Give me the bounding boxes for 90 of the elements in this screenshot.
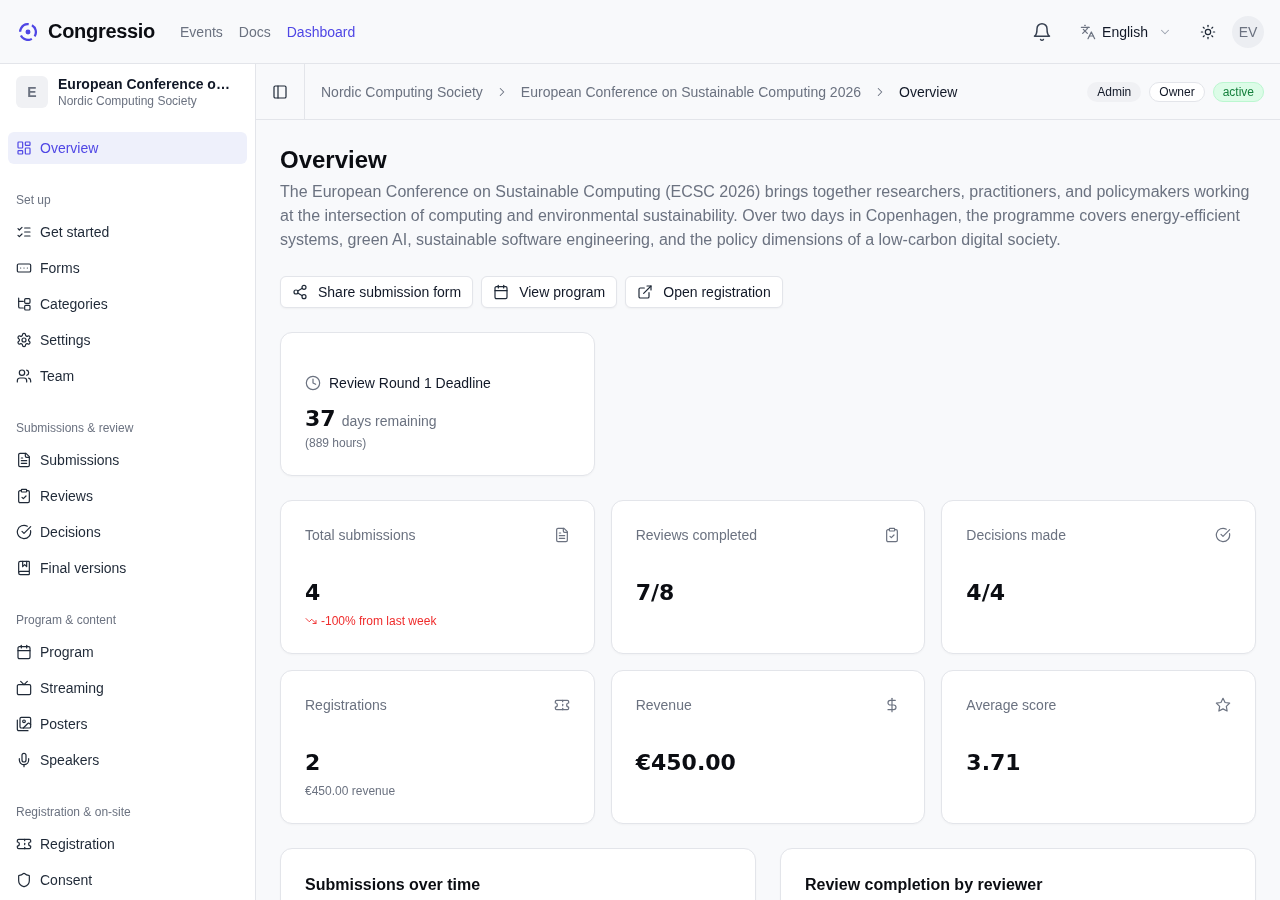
sidebar-item[interactable]: Program xyxy=(8,636,247,668)
stat-value: 4 xyxy=(305,579,322,607)
sidebar-item[interactable]: Reviews xyxy=(8,480,247,512)
document-icon xyxy=(16,452,32,468)
brand-name: Congressio xyxy=(48,20,156,43)
sidebar-item[interactable]: Forms xyxy=(8,252,247,284)
page-title: Overview xyxy=(280,145,388,175)
role-badge: Admin xyxy=(1087,81,1142,102)
event-title[interactable]: European Conference o… xyxy=(58,75,230,93)
stat-label: Registrations xyxy=(305,697,387,713)
sidebar-item[interactable]: Streaming xyxy=(8,672,247,704)
breadcrumb-link[interactable]: European Conference on Sustainable Computing 2026 xyxy=(520,83,861,100)
language-selector[interactable]: English xyxy=(1072,17,1180,46)
ticket-icon xyxy=(553,697,570,713)
user-avatar[interactable]: EV xyxy=(1232,15,1264,48)
sidebar-item[interactable]: Submissions xyxy=(8,444,247,476)
tree-structure-icon xyxy=(16,296,32,312)
role-badge: Owner xyxy=(1149,81,1205,102)
calendar-icon xyxy=(493,284,510,300)
shield-icon xyxy=(16,872,32,888)
bell-icon xyxy=(1032,21,1053,42)
status-badge: active xyxy=(1212,81,1264,102)
section-heading: Set up xyxy=(15,192,52,209)
deadline-days: 37 xyxy=(305,403,336,435)
share-icon xyxy=(292,284,308,300)
logo-icon xyxy=(19,22,37,41)
sidebar-item[interactable]: Consent xyxy=(8,864,247,896)
stat-value: 4/4 xyxy=(966,579,1006,607)
tv-icon xyxy=(16,680,32,696)
stat-value: 7/8 xyxy=(635,579,676,607)
microphone-icon xyxy=(16,752,32,768)
bookmark-book-icon xyxy=(16,560,32,576)
stat-value: 2 xyxy=(305,749,322,777)
stat-value: 3.71 xyxy=(966,749,1022,777)
action-button[interactable]: Open registration xyxy=(625,276,783,308)
sidebar-item[interactable]: Decisions xyxy=(8,516,247,548)
stat-value: €450.00 xyxy=(635,749,737,777)
check-circle-icon xyxy=(1215,527,1231,543)
section-card-title: Submissions over time xyxy=(305,875,482,895)
star-icon xyxy=(1215,697,1231,713)
section-heading: Program & content xyxy=(15,612,118,629)
sidebar-item[interactable]: Team xyxy=(8,360,247,392)
images-icon xyxy=(16,716,32,732)
stat-label: Decisions made xyxy=(966,527,1066,543)
sidebar-item[interactable]: Settings xyxy=(8,324,247,356)
checklist-icon xyxy=(16,224,32,240)
sidebar-item[interactable]: Final versions xyxy=(8,552,247,584)
section-card-title: Review completion by reviewer xyxy=(805,875,1044,895)
breadcrumb-link[interactable]: Nordic Computing Society xyxy=(321,83,483,100)
page-description: The European Conference on Sustainable Computing (ECSC 2026) brings together researchers, practitioners, and policymakers working at the intersection of computing and environmental sustainability. Over two days in Copenhagen, the programme covers energy-efficient systems, green AI, sustainable software engineering, and the policy dimensions of a low-carbon digital society. xyxy=(280,182,1251,250)
stat-note: -100% from last week xyxy=(321,613,437,629)
breadcrumb-link[interactable]: Overview xyxy=(899,83,958,100)
stat-label: Total submissions xyxy=(305,527,416,543)
deadline-unit: days remaining xyxy=(341,413,437,429)
nav-link[interactable]: Events xyxy=(180,23,223,40)
ticket-icon xyxy=(16,836,32,852)
document-icon xyxy=(553,527,570,543)
stat-label: Reviews completed xyxy=(635,527,758,543)
clipboard-check-icon xyxy=(884,527,901,543)
event-organization: Nordic Computing Society xyxy=(58,93,198,109)
calendar-icon xyxy=(16,644,32,660)
action-button[interactable]: Share submission form xyxy=(280,276,474,308)
section-heading: Submissions & review xyxy=(15,420,135,437)
action-button[interactable]: View program xyxy=(481,276,618,308)
dashboard-grid-icon xyxy=(16,140,32,156)
clipboard-check-icon xyxy=(16,488,32,504)
sidebar-item[interactable]: Categories xyxy=(8,288,247,320)
deadline-hours: (889 hours) xyxy=(305,435,368,451)
sidebar-item[interactable]: Overview xyxy=(8,132,247,164)
stat-note: €450.00 revenue xyxy=(305,783,396,799)
nav-link[interactable]: Docs xyxy=(238,23,271,40)
sidebar-item[interactable]: Registration xyxy=(8,828,247,860)
clock-icon xyxy=(305,375,321,391)
section-heading: Registration & on-site xyxy=(15,804,132,821)
users-icon xyxy=(16,368,32,384)
settings-icon xyxy=(16,332,32,348)
check-circle-icon xyxy=(16,524,32,540)
event-avatar: E xyxy=(16,76,48,108)
external-link-icon xyxy=(637,284,654,300)
deadline-title: Review Round 1 Deadline xyxy=(329,374,491,393)
translate-icon xyxy=(1080,23,1097,40)
sidebar-item[interactable]: Speakers xyxy=(8,744,247,776)
input-field-icon xyxy=(16,260,32,276)
sun-icon xyxy=(1200,23,1216,40)
sidebar-item[interactable]: Posters xyxy=(8,708,247,740)
sidebar-item[interactable]: Get started xyxy=(8,216,247,248)
stat-label: Revenue xyxy=(635,697,692,713)
stat-label: Average score xyxy=(966,697,1057,713)
nav-link[interactable]: Dashboard xyxy=(286,23,356,40)
panel-left-icon xyxy=(272,83,288,100)
